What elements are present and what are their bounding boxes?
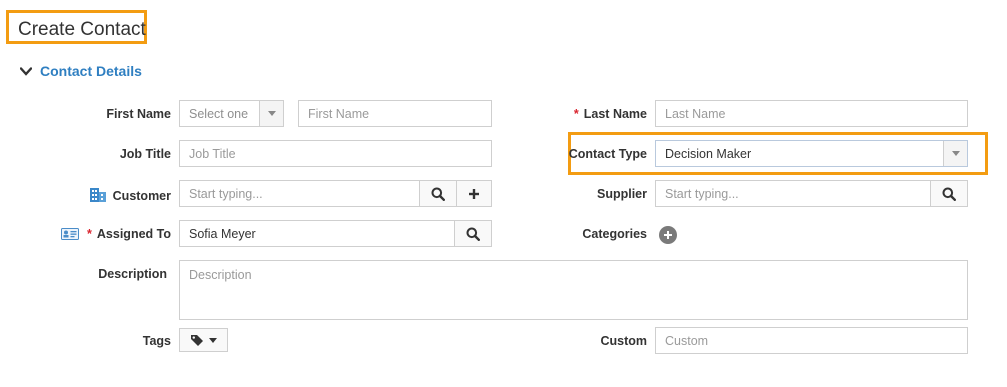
first-name-label: First Name — [106, 107, 171, 121]
job-title-label: Job Title — [119, 147, 171, 161]
categories-label: Categories — [582, 227, 647, 241]
caret-down-icon — [951, 151, 960, 156]
customer-label: Customer — [89, 187, 171, 206]
building-icon — [89, 187, 107, 206]
supplier-input[interactable] — [655, 180, 931, 207]
required-marker: * — [573, 107, 579, 121]
tag-icon — [191, 334, 203, 346]
job-title-input[interactable] — [179, 140, 492, 167]
required-marker: * — [87, 227, 92, 241]
custom-input[interactable] — [655, 327, 968, 354]
section-toggle-contact-details[interactable]: Contact Details — [20, 63, 142, 79]
supplier-search-button[interactable] — [930, 180, 968, 207]
contact-type-select[interactable]: Decision Maker — [655, 140, 968, 167]
description-textarea[interactable] — [179, 260, 968, 320]
last-name-label: * Last Name — [574, 107, 647, 121]
salutation-dropdown-arrow — [259, 101, 283, 126]
last-name-label-text: Last Name — [583, 107, 647, 121]
customer-search-button[interactable] — [419, 180, 457, 207]
last-name-input[interactable] — [655, 100, 968, 127]
search-icon — [431, 187, 445, 201]
search-icon — [942, 187, 956, 201]
salutation-select-value: Select one — [189, 106, 249, 121]
page-title-highlight: Create Contact — [6, 10, 147, 44]
page-title: Create Contact — [18, 19, 146, 40]
contact-type-select-value: Decision Maker — [665, 146, 752, 161]
tags-dropdown-button[interactable] — [179, 328, 228, 352]
plus-circle-icon — [664, 231, 672, 239]
tags-label: Tags — [142, 334, 171, 348]
first-name-input[interactable] — [298, 100, 492, 127]
plus-icon — [469, 188, 479, 199]
customer-add-button[interactable] — [456, 180, 492, 207]
search-icon — [466, 227, 480, 241]
section-title: Contact Details — [40, 63, 142, 79]
contact-type-label: Contact Type — [568, 147, 647, 161]
custom-label: Custom — [600, 334, 647, 348]
assigned-to-label: * Assigned To — [61, 227, 171, 243]
supplier-label: Supplier — [596, 187, 647, 201]
salutation-select[interactable]: Select one — [179, 100, 284, 127]
caret-down-icon — [267, 111, 276, 116]
assigned-to-search-button[interactable] — [454, 220, 492, 247]
description-label: Description — [98, 267, 167, 281]
caret-down-icon — [209, 337, 217, 343]
contact-type-dropdown-arrow — [943, 141, 967, 166]
contact-card-icon — [61, 228, 80, 243]
assigned-to-label-text: Assigned To — [96, 227, 171, 241]
customer-label-text: Customer — [112, 189, 171, 203]
add-category-button[interactable] — [659, 226, 677, 244]
chevron-down-icon — [20, 65, 32, 77]
assigned-to-input[interactable] — [179, 220, 455, 247]
customer-input[interactable] — [179, 180, 420, 207]
